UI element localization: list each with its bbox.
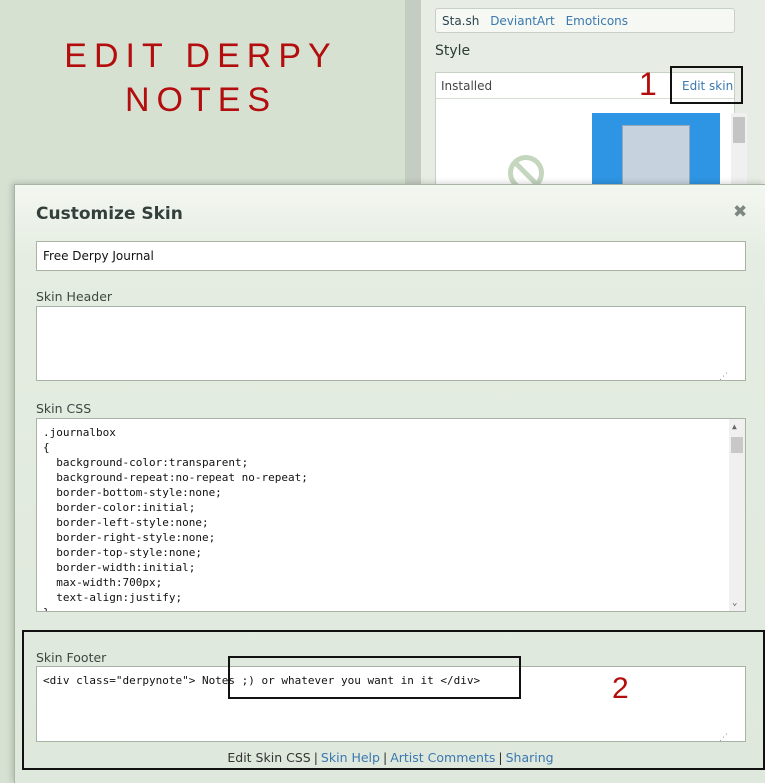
css-line: background-repeat:no-repeat no-repeat; <box>43 471 308 484</box>
css-line: border-color:initial; <box>43 501 196 514</box>
css-line: border-right-style:none; <box>43 531 216 544</box>
skin-header-textarea[interactable] <box>36 306 746 381</box>
panel-scrollbar[interactable] <box>731 113 747 193</box>
annotation-box-1 <box>670 66 743 104</box>
css-line: border-top-style:none; <box>43 546 202 559</box>
css-scrollbar-thumb[interactable] <box>731 437 743 453</box>
skin-css-label: Skin CSS <box>36 401 92 416</box>
annotation-number-2: 2 <box>612 672 629 705</box>
css-line: text-align:justify; <box>43 591 183 604</box>
tab-deviantart[interactable]: DeviantArt <box>490 14 555 28</box>
title-line-2: NOTES <box>124 81 278 119</box>
close-icon[interactable]: ✖ <box>733 202 747 222</box>
skin-thumbnail[interactable] <box>592 113 720 193</box>
css-code: .journalbox { background-color:transparen… <box>37 419 745 611</box>
chevron-down-icon[interactable]: ⌄ <box>732 598 737 608</box>
tab-emoticons[interactable]: Emoticons <box>566 14 628 28</box>
annotation-number-1: 1 <box>639 66 657 102</box>
annotation-highlight-notes <box>228 656 521 699</box>
css-line: { <box>43 441 50 454</box>
dialog-title: Customize Skin <box>36 204 183 224</box>
css-line: max-width:700px; <box>43 576 163 589</box>
annotation-box-2 <box>22 630 765 770</box>
title-line-1: EDIT DERPY <box>64 37 338 75</box>
css-line: background-color:transparent; <box>43 456 249 469</box>
tab-stash[interactable]: Sta.sh <box>442 14 479 28</box>
css-line: border-bottom-style:none; <box>43 486 222 499</box>
skin-css-textarea[interactable]: .journalbox { background-color:transparen… <box>36 418 746 612</box>
css-line: border-left-style:none; <box>43 516 209 529</box>
css-line: border-width:initial; <box>43 561 196 574</box>
sidebar-tabs: Sta.sh DeviantArt Emoticons <box>435 8 735 33</box>
column-divider <box>405 0 421 190</box>
css-line: .journalbox <box>43 426 116 439</box>
scroll-up-icon[interactable]: ▲ <box>732 422 737 431</box>
page-title: EDIT DERPY NOTES <box>40 34 362 122</box>
css-line: } <box>43 605 745 611</box>
skin-header-label: Skin Header <box>36 289 113 304</box>
skin-name-input[interactable]: Free Derpy Journal <box>36 241 746 271</box>
skin-thumbnail-preview <box>622 125 690 193</box>
installed-label: Installed <box>441 79 493 93</box>
style-heading: Style <box>435 43 471 59</box>
css-scrollbar[interactable]: ▲ ⌄ <box>729 419 745 611</box>
panel-scrollbar-thumb[interactable] <box>733 117 745 143</box>
